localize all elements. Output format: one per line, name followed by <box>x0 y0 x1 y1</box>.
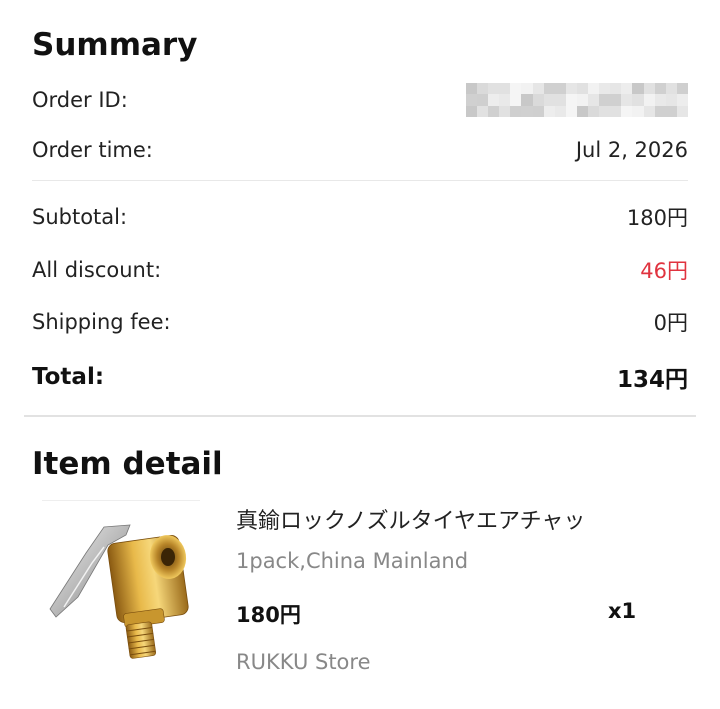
redaction-pixel <box>643 94 655 106</box>
redaction-pixel <box>532 94 544 106</box>
redaction-pixel <box>632 105 644 117</box>
redaction-pixel <box>521 94 533 106</box>
redaction-pixel <box>499 105 511 117</box>
redaction-pixel <box>543 94 555 106</box>
redaction-pixel <box>488 83 500 95</box>
redaction-pixel <box>510 94 522 106</box>
redaction-pixel <box>610 83 622 95</box>
item-detail-heading: Item detail <box>32 446 223 482</box>
redaction-pixel <box>654 105 666 117</box>
shipping-row: Shipping fee: 0円 <box>32 302 688 342</box>
shipping-label: Shipping fee: <box>32 310 171 334</box>
redaction-pixel <box>610 94 622 106</box>
redaction-pixel <box>676 94 688 106</box>
order-summary-page: Summary Order ID: Order time: Jul 2, 202… <box>0 0 720 709</box>
subtotal-label: Subtotal: <box>32 205 128 229</box>
redaction-pixel <box>532 83 544 95</box>
discount-row: All discount: 46円 <box>32 250 688 290</box>
redaction-pixel <box>532 105 544 117</box>
redaction-pixel <box>676 105 688 117</box>
redaction-pixel <box>610 105 622 117</box>
redaction-pixel <box>643 105 655 117</box>
redaction-pixel <box>488 94 500 106</box>
total-row: Total: 134円 <box>32 357 688 397</box>
redaction-pixel <box>466 83 478 95</box>
total-label: Total: <box>32 364 105 390</box>
redaction-pixel <box>477 105 489 117</box>
item-title[interactable]: 真鍮ロックノズルタイヤエアチャッ <box>236 503 696 535</box>
redaction-pixel <box>554 83 566 95</box>
redaction-pixel <box>554 94 566 106</box>
order-id-row: Order ID: <box>32 80 688 120</box>
order-time-row: Order time: Jul 2, 2026 <box>32 130 688 170</box>
redaction-pixel <box>599 105 611 117</box>
redaction-pixel <box>576 94 589 106</box>
redaction-pixel <box>632 94 644 106</box>
redaction-pixel <box>554 105 566 117</box>
redaction-pixel <box>521 105 533 117</box>
section-divider <box>24 415 696 417</box>
redaction-pixel <box>643 83 655 95</box>
redaction-pixel <box>576 83 589 95</box>
redaction-pixel <box>477 94 489 106</box>
redaction-pixel <box>665 83 677 95</box>
redaction-pixel <box>599 94 611 106</box>
redaction-pixel <box>599 83 611 95</box>
redaction-pixel <box>654 83 666 95</box>
redaction-pixel <box>510 105 522 117</box>
redaction-pixel <box>665 94 677 106</box>
summary-heading: Summary <box>32 27 198 63</box>
item-store-name[interactable]: RUKKU Store <box>236 650 371 674</box>
brass-air-chuck-image-icon <box>49 524 189 659</box>
redaction-pixel <box>621 94 633 106</box>
shipping-value: 0円 <box>653 311 688 335</box>
redaction-pixel <box>499 94 511 106</box>
redaction-pixel <box>588 105 600 117</box>
redaction-pixel <box>565 94 577 106</box>
redaction-pixel <box>543 105 555 117</box>
summary-divider <box>32 180 688 181</box>
redaction-pixel <box>588 94 600 106</box>
order-time-value: Jul 2, 2026 <box>575 138 688 162</box>
item-variant: 1pack,China Mainland <box>236 549 469 573</box>
redaction-pixel <box>499 83 511 95</box>
redaction-pixel <box>565 83 577 95</box>
order-id-label: Order ID: <box>32 88 128 112</box>
redaction-pixel <box>488 105 500 117</box>
product-image[interactable] <box>42 500 200 677</box>
order-id-value-redacted <box>466 83 688 117</box>
redaction-pixel <box>676 83 688 95</box>
subtotal-value: 180円 <box>626 206 688 230</box>
redaction-pixel <box>477 83 489 95</box>
item-quantity: x1 <box>608 599 637 623</box>
redaction-pixel <box>510 83 522 95</box>
redaction-pixel <box>543 83 555 95</box>
total-value: 134円 <box>616 367 688 393</box>
redaction-pixel <box>632 83 644 95</box>
redaction-pixel <box>576 105 589 117</box>
redaction-pixel <box>654 94 666 106</box>
redaction-pixel <box>466 105 478 117</box>
redaction-pixel <box>521 83 533 95</box>
redaction-pixel <box>621 105 633 117</box>
redaction-pixel <box>665 105 677 117</box>
redaction-pixel <box>466 94 478 106</box>
order-time-label: Order time: <box>32 138 153 162</box>
subtotal-row: Subtotal: 180円 <box>32 197 688 237</box>
redaction-pixel <box>621 83 633 95</box>
item-price: 180円 <box>236 603 301 627</box>
discount-value: 46円 <box>640 259 688 283</box>
redaction-pixel <box>588 83 600 95</box>
discount-label: All discount: <box>32 258 162 282</box>
redaction-pixel <box>565 105 577 117</box>
